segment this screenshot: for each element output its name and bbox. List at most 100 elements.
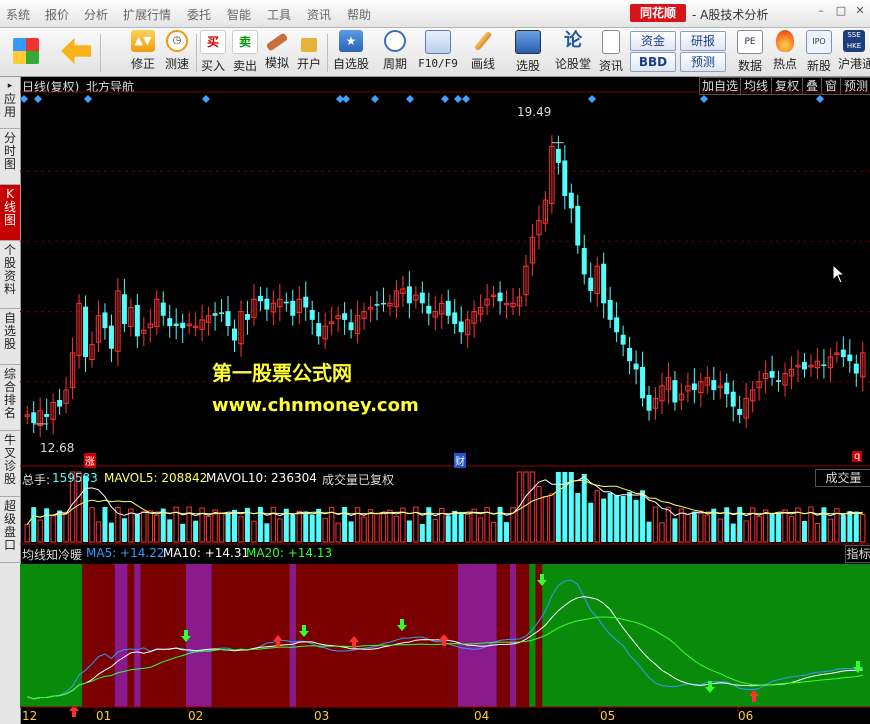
- event-diamond: [202, 95, 210, 103]
- volume-bar-down: [180, 523, 186, 542]
- event-diamond: [20, 95, 28, 103]
- volume-bar-down: [264, 523, 270, 542]
- menu-system[interactable]: 系统: [6, 6, 30, 23]
- sidebar-item-apps-label: 应用: [3, 92, 16, 119]
- volume-bar-down: [691, 511, 697, 542]
- candle-body-down: [212, 313, 218, 316]
- volume-bar-up: [95, 521, 102, 543]
- volume-bar-down: [303, 511, 309, 542]
- f10-icon: [425, 30, 451, 54]
- volume-bar-up: [594, 490, 600, 543]
- event-diamond: [454, 95, 462, 103]
- bbd-button[interactable]: BBD: [630, 52, 676, 72]
- close-button[interactable]: ✕: [851, 4, 869, 20]
- candle-body-down: [801, 361, 807, 370]
- volume-bar-up: [380, 512, 387, 543]
- forum-button[interactable]: 论 论股堂: [552, 30, 594, 74]
- candle-body-down: [840, 349, 846, 358]
- back-button[interactable]: [56, 30, 96, 74]
- yanbao-button[interactable]: 研报: [680, 31, 726, 51]
- candle-body-down: [342, 313, 348, 320]
- open-account-button[interactable]: 开户: [294, 30, 324, 74]
- menu-order[interactable]: 委托: [187, 6, 211, 23]
- f10-button[interactable]: F10/F9: [416, 30, 460, 74]
- sidebar-item-intraday[interactable]: 分时图: [0, 129, 20, 185]
- news-button[interactable]: 资讯: [596, 30, 626, 74]
- menu-analysis[interactable]: 分析: [84, 6, 108, 23]
- menu-smart[interactable]: 智能: [227, 6, 251, 23]
- volume-bar-down: [711, 508, 717, 542]
- revise-button[interactable]: ▲▼ 修正: [126, 30, 160, 74]
- toolbar-separator: [327, 34, 328, 72]
- volume-bar-down: [588, 502, 594, 542]
- watchlist-button[interactable]: ★ 自选股: [330, 30, 372, 74]
- candle-body-down: [607, 300, 613, 320]
- volume-bar-up: [212, 509, 218, 543]
- menu-quote[interactable]: 报价: [45, 6, 69, 23]
- volume-bar-up: [277, 518, 283, 543]
- sell-button[interactable]: 卖 卖出: [230, 30, 260, 74]
- period-button[interactable]: 周期: [376, 30, 414, 74]
- windows-grid-button[interactable]: [6, 30, 46, 74]
- volume-bar-up: [549, 493, 555, 543]
- volume-bar-down: [840, 515, 846, 542]
- volume-bar-up: [387, 509, 393, 543]
- ipo-button[interactable]: IPO 新股: [804, 30, 834, 74]
- month-label: 04: [474, 709, 490, 723]
- maximize-button[interactable]: □: [832, 4, 850, 20]
- volume-bar-up: [296, 510, 302, 543]
- candle-body-down: [419, 292, 425, 304]
- candle-body-down: [83, 306, 89, 358]
- indicator-zone: [457, 564, 497, 707]
- indicator-tab[interactable]: 指标: [845, 545, 870, 563]
- buy-button[interactable]: 买 买入: [198, 30, 228, 74]
- sidebar-item-apps[interactable]: ▸ 应用: [0, 77, 20, 129]
- sidebar-item-ranking[interactable]: 综合排名: [0, 365, 20, 431]
- menu-news[interactable]: 资讯: [307, 6, 331, 23]
- indicator-zone: [82, 564, 115, 707]
- volume-bar-up: [50, 515, 56, 543]
- sidebar-item-super-board[interactable]: 超级盘口: [0, 497, 20, 563]
- simulate-button[interactable]: 模拟: [262, 30, 292, 74]
- draw-line-button[interactable]: 画线: [464, 30, 502, 74]
- indicator-name: 均线知冷暖: [22, 548, 83, 562]
- volume-bar-down: [83, 475, 89, 542]
- candle-body-down: [225, 311, 231, 327]
- kline-chart[interactable]: [20, 77, 870, 724]
- f10-label: F10/F9: [418, 57, 458, 70]
- volume-bar-up: [147, 510, 154, 543]
- minimize-button[interactable]: –: [812, 4, 830, 20]
- candle-body-down: [776, 380, 782, 382]
- candle-body-down: [102, 312, 108, 329]
- event-diamond: [462, 95, 470, 103]
- zijin-button[interactable]: 资金: [630, 31, 676, 51]
- sidebar-item-diagnosis[interactable]: 牛叉诊股: [0, 431, 20, 497]
- sh-hk-connect-button[interactable]: SSE HKE 沪港通: [838, 30, 870, 74]
- data-button[interactable]: PE 数据: [736, 30, 764, 74]
- candle-body-down: [31, 412, 37, 424]
- candle-body-down: [627, 347, 633, 362]
- volume-bar-up: [698, 510, 704, 543]
- candle-body-down: [316, 323, 322, 337]
- q-badge: q: [852, 451, 863, 462]
- candle-body-down: [160, 302, 166, 316]
- speed-test-button[interactable]: ◷ 测速: [160, 30, 194, 74]
- mouse-cursor-icon: [832, 264, 846, 284]
- volume-tab[interactable]: 成交量: [815, 469, 870, 487]
- volume-bar-down: [581, 474, 587, 542]
- candle-body-down: [219, 312, 225, 314]
- volume-bar-down: [31, 507, 37, 542]
- sidebar-item-kline[interactable]: K线图: [0, 185, 20, 241]
- sidebar-item-watchlist[interactable]: 自选股: [0, 309, 20, 365]
- menu-help[interactable]: 帮助: [347, 6, 371, 23]
- candle-body-down: [257, 295, 263, 302]
- menu-ext-quote[interactable]: 扩展行情: [123, 6, 171, 23]
- ind-ma10-label: MA10: +14.31: [163, 546, 250, 560]
- yuce-button[interactable]: 预测: [680, 52, 726, 72]
- volume-bar-down: [801, 520, 807, 542]
- volume-total-label: 总手:: [22, 473, 51, 487]
- hotspot-button[interactable]: 热点: [770, 30, 800, 74]
- sidebar-item-profile[interactable]: 个股资料: [0, 241, 20, 309]
- menu-tools[interactable]: 工具: [267, 6, 291, 23]
- stock-picker-button[interactable]: 选股: [508, 30, 548, 74]
